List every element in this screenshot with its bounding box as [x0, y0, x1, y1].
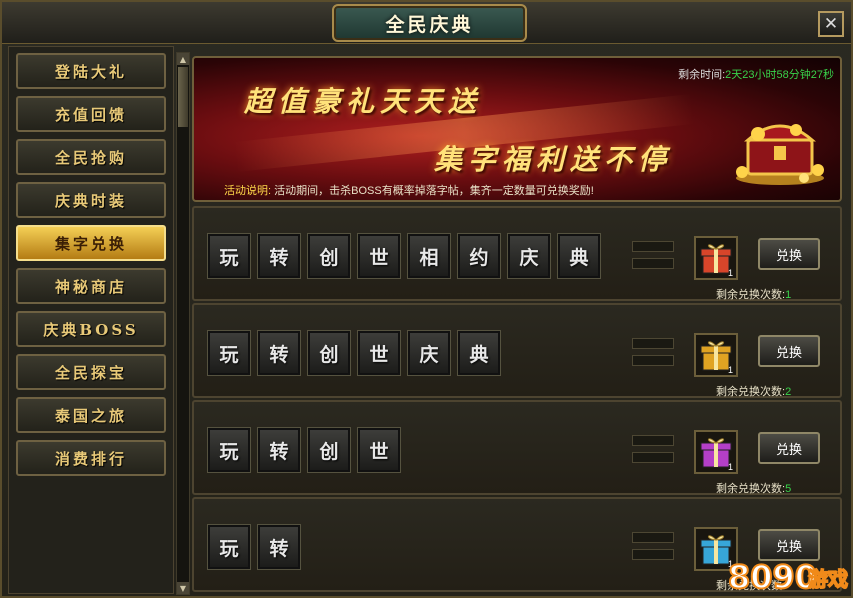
sidebar-item-5[interactable]: 神秘商店 — [16, 268, 166, 304]
reward-count: 1 — [728, 268, 734, 278]
treasure-chest-icon — [736, 124, 824, 185]
activity-description: 活动说明: 活动期间，击杀BOSS有概率掉落字帖，集齐一定数量可兑换奖励! — [224, 182, 594, 198]
scrollbar[interactable]: ▲ ▼ — [176, 52, 190, 595]
sidebar-item-6[interactable]: 庆典BOSS — [16, 311, 166, 347]
empty-slot-bar — [632, 532, 674, 543]
remaining-time-value: 2天23小时58分钟27秒 — [725, 69, 834, 81]
reward-item[interactable]: 1 — [694, 333, 738, 377]
title-bar: 全民庆典 ✕ — [2, 2, 851, 44]
character-tile[interactable]: 转 — [258, 331, 300, 375]
remaining-exchanges-value: 2 — [785, 386, 792, 398]
required-characters: 玩转 — [208, 525, 300, 569]
reward-slot-bars — [632, 338, 674, 372]
activity-description-text: 活动期间，击杀BOSS有概率掉落字帖，集齐一定数量可兑换奖励! — [274, 185, 594, 197]
character-tile[interactable]: 玩 — [208, 234, 250, 278]
banner-slogan-2: 集字福利送不停 — [434, 143, 673, 176]
reward-item[interactable]: 1 — [694, 236, 738, 280]
character-tile[interactable]: 玩 — [208, 525, 250, 569]
site-logo-watermark: 8090 游戏 — [727, 557, 849, 597]
remaining-time-label: 剩余时间: — [678, 69, 726, 81]
scroll-down-icon[interactable]: ▼ — [177, 582, 189, 594]
sidebar-item-8[interactable]: 泰国之旅 — [16, 397, 166, 433]
exchange-button[interactable]: 兑换 — [758, 432, 820, 464]
character-tile[interactable]: 典 — [458, 331, 500, 375]
event-window: 全民庆典 ✕ 登陆大礼充值回馈全民抢购庆典时装集字兑换神秘商店庆典BOSS 全民探… — [0, 0, 853, 598]
exchange-button[interactable]: 兑换 — [758, 335, 820, 367]
scroll-up-icon[interactable]: ▲ — [177, 53, 189, 65]
character-tile[interactable]: 世 — [358, 234, 400, 278]
character-tile[interactable]: 创 — [308, 331, 350, 375]
reward-slot-bars — [632, 532, 674, 566]
title-plate: 全民庆典 — [332, 4, 527, 42]
character-tile[interactable]: 创 — [308, 428, 350, 472]
remaining-exchanges: 剩余兑换次数:5 — [716, 480, 791, 496]
reward-count: 1 — [728, 462, 734, 472]
remaining-exchanges-value: 1 — [785, 289, 792, 301]
banner-slogan-1: 超值豪礼天天送 — [244, 85, 483, 118]
remaining-exchanges-label: 剩余兑换次数: — [716, 483, 786, 495]
sidebar-item-2[interactable]: 全民抢购 — [16, 139, 166, 175]
character-tile[interactable]: 转 — [258, 525, 300, 569]
character-tile[interactable]: 转 — [258, 234, 300, 278]
reward-slot-bars — [632, 435, 674, 469]
character-tile[interactable]: 典 — [558, 234, 600, 278]
character-tile[interactable]: 约 — [458, 234, 500, 278]
empty-slot-bar — [632, 338, 674, 349]
sidebar-item-1[interactable]: 充值回馈 — [16, 96, 166, 132]
reward-item[interactable]: 1 — [694, 430, 738, 474]
exchange-row: 玩转创世庆典 1 兑换剩余兑换次数:2 — [192, 303, 842, 398]
sidebar-item-9[interactable]: 消费排行 — [16, 440, 166, 476]
svg-text:8090: 8090 — [728, 558, 817, 596]
remaining-exchanges-value: 5 — [785, 483, 792, 495]
character-tile[interactable]: 玩 — [208, 331, 250, 375]
character-tile[interactable]: 转 — [258, 428, 300, 472]
character-tile[interactable]: 庆 — [408, 331, 450, 375]
character-tile[interactable]: 庆 — [508, 234, 550, 278]
svg-text:游戏: 游戏 — [808, 567, 848, 591]
exchange-row: 玩转创世相约庆典 1 兑换 剩余兑换次数:1 — [192, 206, 842, 301]
reward-count: 1 — [728, 365, 734, 375]
remaining-time: 剩余时间:2天23小时58分钟27秒 — [678, 66, 834, 82]
empty-slot-bar — [632, 258, 674, 269]
empty-slot-bar — [632, 435, 674, 446]
sidebar-item-0[interactable]: 登陆大礼 — [16, 53, 166, 89]
scroll-thumb[interactable] — [178, 67, 188, 127]
exchange-row: 玩转创世 1 兑换剩余兑换次数:5 — [192, 400, 842, 495]
required-characters: 玩转创世 — [208, 428, 400, 472]
remaining-exchanges-label: 剩余兑换次数: — [716, 289, 786, 301]
event-banner: 剩余时间:2天23小时58分钟27秒 超值豪礼天天送 集字福利送不停 活动说明:… — [192, 56, 842, 202]
remaining-exchanges: 剩余兑换次数:1 — [716, 286, 791, 302]
character-tile[interactable]: 世 — [358, 331, 400, 375]
close-button[interactable]: ✕ — [818, 11, 844, 37]
character-tile[interactable]: 相 — [408, 234, 450, 278]
close-icon: ✕ — [823, 13, 839, 34]
remaining-exchanges: 剩余兑换次数:2 — [716, 383, 791, 399]
required-characters: 玩转创世相约庆典 — [208, 234, 600, 278]
sidebar-item-7[interactable]: 全民探宝 — [16, 354, 166, 390]
character-tile[interactable]: 世 — [358, 428, 400, 472]
empty-slot-bar — [632, 452, 674, 463]
character-tile[interactable]: 玩 — [208, 428, 250, 472]
sidebar-item-4[interactable]: 集字兑换 — [16, 225, 166, 261]
sidebar-item-3[interactable]: 庆典时装 — [16, 182, 166, 218]
empty-slot-bar — [632, 355, 674, 366]
required-characters: 玩转创世庆典 — [208, 331, 500, 375]
exchange-button[interactable]: 兑换 — [758, 238, 820, 270]
empty-slot-bar — [632, 241, 674, 252]
activity-description-label: 活动说明: — [224, 185, 272, 197]
remaining-exchanges-label: 剩余兑换次数: — [716, 386, 786, 398]
empty-slot-bar — [632, 549, 674, 560]
sidebar: 登陆大礼充值回馈全民抢购庆典时装集字兑换神秘商店庆典BOSS 全民探宝泰国之旅消费… — [8, 46, 174, 594]
reward-slot-bars — [632, 241, 674, 275]
window-title: 全民庆典 — [385, 13, 474, 36]
character-tile[interactable]: 创 — [308, 234, 350, 278]
